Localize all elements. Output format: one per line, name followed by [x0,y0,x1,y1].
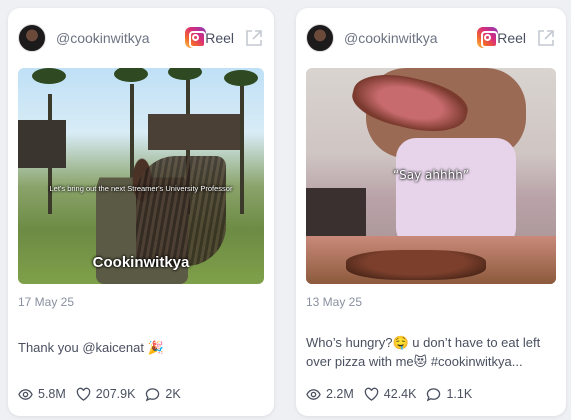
account-handle[interactable]: @cookinwitkya [56,30,150,46]
comments-stat: 2K [145,387,181,402]
likes-count: 207.9K [95,387,136,401]
comments-count: 2K [165,387,181,401]
instagram-icon [477,27,498,48]
instagram-icon [185,27,206,48]
external-link-icon[interactable] [244,28,264,48]
likes-stat: 207.9K [76,387,136,402]
heart-icon [76,387,91,401]
comment-icon [146,387,160,401]
external-link-icon[interactable] [536,28,556,48]
avatar[interactable] [18,24,46,52]
post-type-label: Reel [497,30,526,46]
post-header: @cookinwitkya Reel [306,24,556,52]
post-header: @cookinwitkya Reel [18,24,264,52]
eye-icon [306,388,321,400]
comment-icon [427,387,441,401]
post-media-thumbnail[interactable]: Let's bring out the next Streamer's Univ… [18,68,264,284]
avatar[interactable] [306,24,334,52]
comments-stat: 1.1K [426,387,472,402]
video-overlay-text: “Say ahhhh” [392,168,470,182]
likes-count: 42.4K [383,387,417,401]
views-count: 5.8M [38,387,66,401]
post-date: 17 May 25 [18,295,75,309]
video-overlay-title: Cookinwitkya [92,254,190,271]
post-card-2[interactable]: @cookinwitkya Reel “Say ahhhh” 13 May 25… [296,8,566,416]
heart-icon [364,387,379,401]
comments-count: 1.1K [446,387,473,401]
views-stat: 5.8M [18,387,66,402]
post-stats: 5.8M 207.9K 2K [18,385,264,403]
views-count: 2.2M [326,387,354,401]
post-media-thumbnail[interactable]: “Say ahhhh” [306,68,556,284]
video-overlay-text: Let's bring out the next Streamer's Univ… [49,184,233,193]
post-caption: Thank you @kaicenat 🎉 [18,340,164,355]
account-handle[interactable]: @cookinwitkya [344,30,438,46]
post-date: 13 May 25 [306,295,363,309]
post-type-label: Reel [205,30,234,46]
post-stats: 2.2M 42.4K 1.1K [306,385,556,403]
likes-stat: 42.4K [364,387,417,402]
post-caption: Who’s hungry?🤤 u don’t have to eat left … [306,335,541,369]
eye-icon [18,388,33,400]
views-stat: 2.2M [306,387,354,402]
post-card-1[interactable]: @cookinwitkya Reel Let's bring out the n… [8,8,274,416]
